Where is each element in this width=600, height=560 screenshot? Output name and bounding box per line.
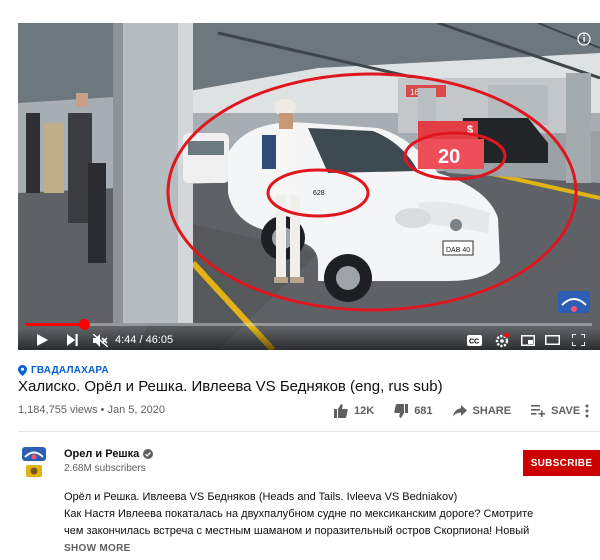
theater-mode-button[interactable]	[542, 332, 562, 348]
video-description: Орёл и Решка. Ивлеева VS Бедняков (Heads…	[64, 489, 600, 540]
video-player[interactable]: 16 DAB 40 628 $ 20 4:44 / 46:05 CC	[18, 23, 600, 350]
time-slash: /	[136, 334, 146, 346]
channel-name: Орел и Решка	[64, 448, 140, 460]
miniplayer-icon	[521, 334, 535, 346]
description-line: Как Настя Ивлеева покаталась на двухпалу…	[64, 508, 534, 520]
video-stats: 1,184,755 views • Jan 5, 2020	[18, 404, 165, 416]
add-to-playlist-icon	[531, 405, 546, 417]
save-label: SAVE	[551, 405, 581, 417]
location-label: ГВАДАЛАХАРА	[31, 365, 109, 376]
svg-text:CC: CC	[469, 338, 479, 345]
gear-icon	[495, 332, 510, 347]
taxi-number: 628	[313, 190, 325, 197]
save-button[interactable]: SAVE	[531, 405, 580, 417]
show-more-button[interactable]: SHOW MORE	[64, 543, 131, 554]
location-pin-icon	[18, 365, 27, 376]
channel-avatar[interactable]	[22, 447, 46, 477]
like-button[interactable]: 12K	[334, 404, 374, 418]
taxi-plate: DAB 40	[446, 247, 470, 254]
location-link[interactable]: ГВАДАЛАХАРА	[18, 365, 109, 376]
share-icon	[452, 405, 467, 417]
publish-date: Jan 5, 2020	[107, 404, 165, 416]
more-actions-icon[interactable]	[584, 404, 590, 418]
next-button[interactable]	[62, 332, 82, 348]
video-actions: 12K 681 SHARE SAVE	[334, 402, 580, 420]
description-line: чем закончилась встреча с местным шамано…	[64, 525, 530, 537]
play-button[interactable]	[32, 332, 52, 348]
duration: 46:05	[145, 334, 174, 346]
settings-button[interactable]	[492, 332, 512, 348]
video-title: Халиско. Орёл и Решка. Ивлеева VS Бедняк…	[18, 378, 443, 395]
mute-button[interactable]	[90, 332, 110, 348]
divider	[18, 431, 600, 432]
dislike-count: 681	[414, 405, 433, 417]
description-line: Орёл и Решка. Ивлеева VS Бедняков (Heads…	[64, 491, 458, 503]
theater-icon	[544, 335, 560, 345]
subscribe-button[interactable]: SUBSCRIBE	[523, 450, 600, 476]
verified-badge-icon	[143, 449, 154, 459]
video-frame[interactable]: 16 DAB 40 628 $ 20	[18, 23, 600, 350]
share-label: SHARE	[472, 405, 512, 417]
share-button[interactable]: SHARE	[452, 405, 512, 417]
progress-played	[26, 323, 85, 326]
progress-bar[interactable]	[26, 319, 592, 330]
thumbs-up-icon	[334, 404, 348, 418]
fullscreen-button[interactable]	[568, 332, 588, 348]
channel-watermark	[558, 291, 590, 313]
volume-muted-icon	[92, 333, 108, 347]
next-icon	[66, 334, 78, 346]
subscriber-count: 2.68M subscribers	[64, 463, 146, 474]
current-time: 4:44	[115, 334, 137, 346]
closed-captions-icon: CC	[466, 334, 482, 346]
play-icon	[36, 334, 48, 346]
fullscreen-icon	[571, 334, 585, 346]
view-count: 1,184,755 views	[18, 404, 98, 416]
channel-name-link[interactable]: Орел и Решка	[64, 448, 154, 460]
stats-separator: •	[97, 404, 108, 416]
subtitles-button[interactable]: CC	[464, 332, 484, 348]
overlay-price: 20	[438, 146, 460, 168]
time-display: 4:44 • / 46:05	[115, 334, 173, 346]
like-count: 12K	[354, 405, 375, 417]
miniplayer-button[interactable]	[518, 332, 538, 348]
player-controls: 4:44 • / 46:05 CC	[18, 328, 600, 350]
dislike-button[interactable]: 681	[394, 404, 433, 418]
thumbs-down-icon	[394, 404, 409, 418]
